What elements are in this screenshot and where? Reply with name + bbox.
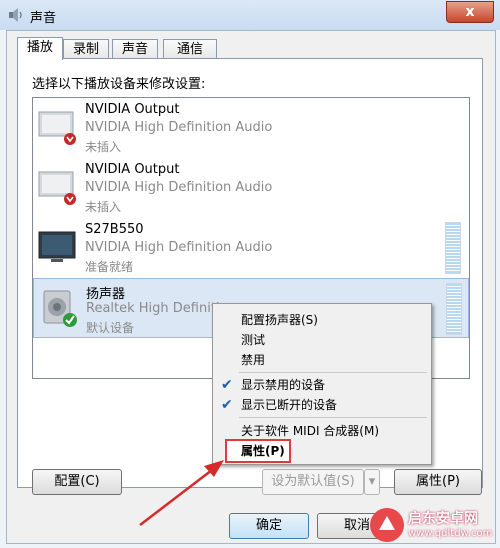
annotation-arrow [139, 460, 224, 526]
watermark-name: 启东安卓网 [408, 511, 478, 527]
watermark-url: www.qdltdw.com [408, 528, 493, 539]
watermark-logo: 启东安卓网 www.qdltdw.com [368, 506, 500, 548]
tab-playback[interactable]: 播放 [17, 37, 63, 60]
watermark-badge-icon [370, 508, 404, 542]
sound-dialog: 声音 x 播放 录制 声音 通信 选择以下播放设备来修改设置: NVIDIA O… [0, 0, 500, 548]
